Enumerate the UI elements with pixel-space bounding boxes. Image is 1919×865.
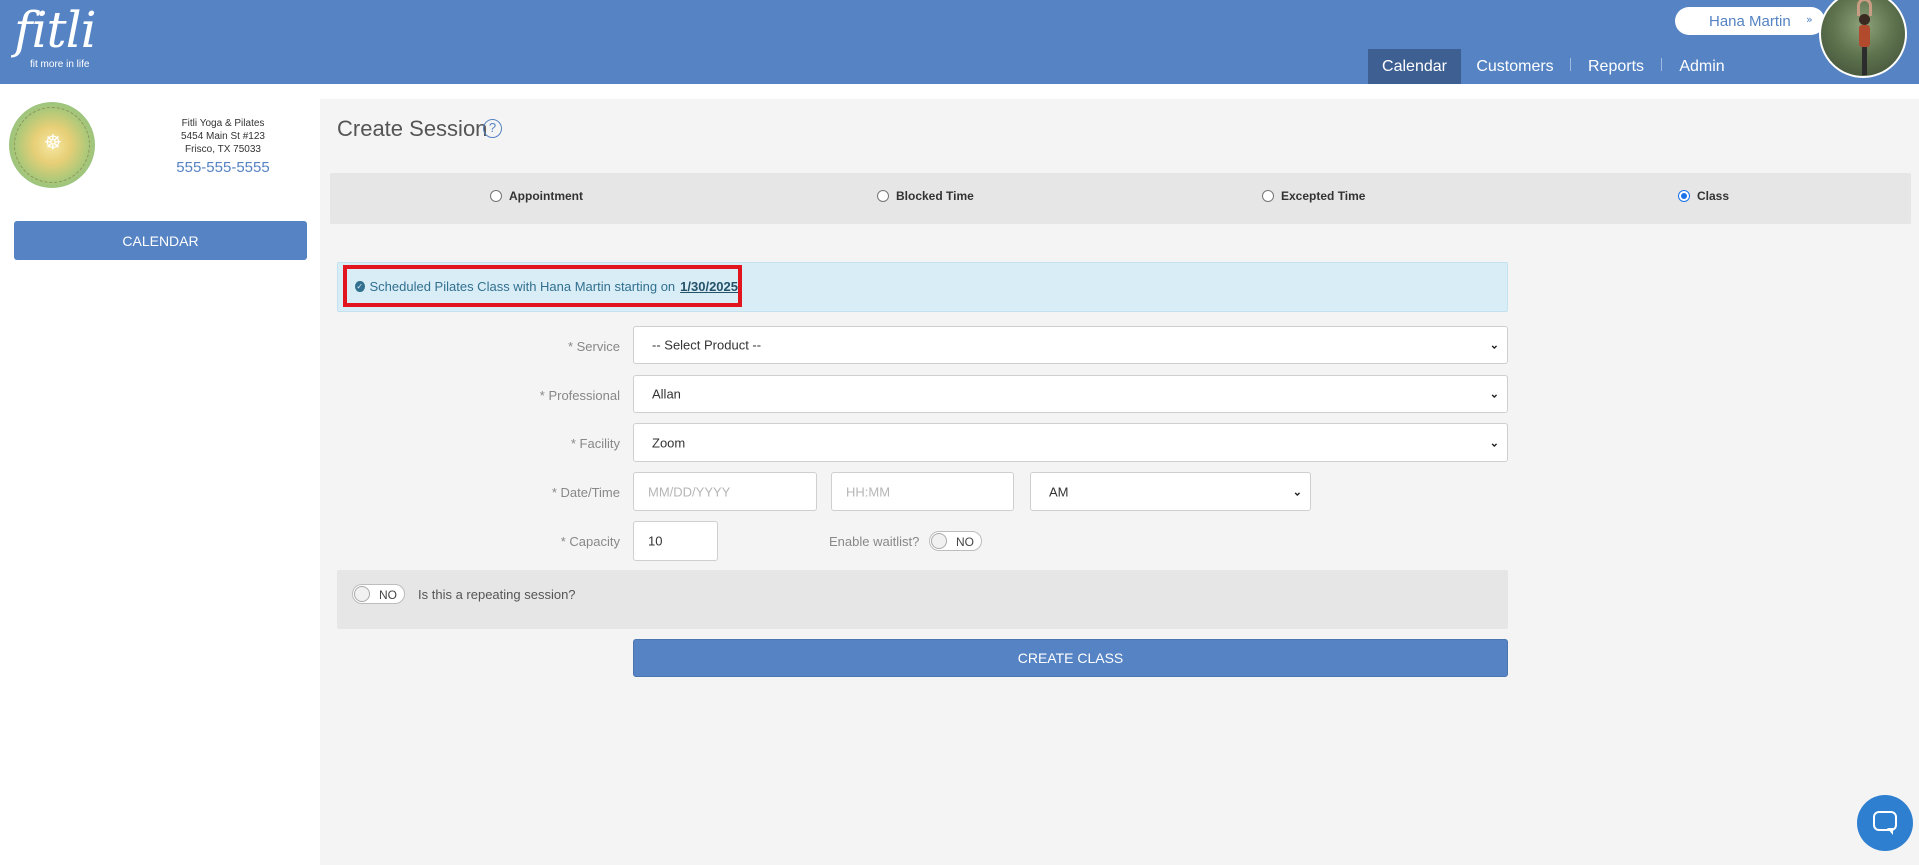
facility-select[interactable]: Zoom ⌄	[633, 423, 1508, 462]
facility-value: Zoom	[652, 435, 686, 450]
time-input[interactable]: HH:MM	[831, 472, 1014, 511]
radio-blocked-time[interactable]: Blocked Time	[877, 189, 974, 203]
professional-select[interactable]: Allan ⌄	[633, 375, 1508, 413]
radio-class[interactable]: Class	[1678, 189, 1729, 203]
radio-label: Blocked Time	[896, 189, 974, 203]
chevron-down-icon: »	[1806, 13, 1813, 26]
top-bar: fitli fit more in life Hana Martin » Cal…	[0, 0, 1919, 84]
alert-date-link[interactable]: 1/30/2025	[680, 279, 738, 294]
ampm-value: AM	[1049, 484, 1069, 499]
create-class-button[interactable]: CREATE CLASS	[633, 639, 1508, 677]
radio-appointment[interactable]: Appointment	[490, 189, 583, 203]
radio-label: Excepted Time	[1281, 189, 1366, 203]
nav-admin[interactable]: Admin	[1672, 49, 1732, 84]
date-placeholder: MM/DD/YYYY	[648, 484, 731, 499]
business-address-line1: 5454 Main St #123	[181, 131, 265, 142]
radio-circle[interactable]	[490, 190, 502, 202]
repeating-label: Is this a repeating session?	[418, 587, 576, 602]
chevron-down-icon: ⌄	[1292, 486, 1302, 498]
alert-highlight-box: ✓ Scheduled Pilates Class with Hana Mart…	[343, 265, 742, 307]
user-menu-button[interactable]: Hana Martin »	[1675, 7, 1825, 35]
waitlist-label: Enable waitlist?	[829, 534, 920, 549]
service-label: * Service	[567, 339, 620, 354]
chat-icon	[1873, 811, 1897, 831]
repeating-toggle[interactable]: NO	[352, 584, 405, 604]
chevron-down-icon: ⌄	[1489, 339, 1499, 352]
chevron-down-icon: ⌄	[1489, 437, 1499, 449]
calendar-button[interactable]: CALENDAR	[14, 221, 307, 260]
radio-excepted-time[interactable]: Excepted Time	[1262, 189, 1365, 203]
time-placeholder: HH:MM	[846, 484, 891, 499]
alert-message: Scheduled Pilates Class with Hana Martin…	[369, 278, 676, 294]
professional-value: Allan	[652, 386, 681, 402]
capacity-label: * Capacity	[560, 534, 620, 549]
avatar-figure-body	[1859, 25, 1870, 47]
toggle-state: NO	[956, 535, 974, 549]
avatar[interactable]	[1819, 0, 1907, 78]
nav-reports[interactable]: Reports	[1580, 49, 1652, 84]
radio-circle[interactable]	[1262, 190, 1274, 202]
capacity-input[interactable]: 10	[633, 521, 718, 561]
chat-button[interactable]	[1857, 795, 1913, 851]
check-circle-icon: ✓	[355, 280, 365, 292]
chat-icon-tail	[1887, 828, 1893, 835]
radio-circle[interactable]	[877, 190, 889, 202]
avatar-figure-head	[1859, 14, 1870, 25]
nav-divider	[1570, 58, 1571, 71]
waitlist-toggle[interactable]: NO	[929, 531, 982, 551]
logo-wordmark: fitli	[14, 1, 97, 59]
date-input[interactable]: MM/DD/YYYY	[633, 472, 817, 511]
professional-label: * Professional	[539, 388, 620, 403]
user-name: Hana Martin	[1709, 13, 1791, 30]
radio-label: Appointment	[509, 189, 583, 203]
avatar-figure-leg	[1862, 47, 1867, 75]
help-icon[interactable]: ?	[483, 119, 502, 138]
facility-label: * Facility	[570, 436, 620, 451]
radio-circle[interactable]	[1678, 190, 1690, 202]
radio-label: Class	[1697, 189, 1730, 203]
business-info: Fitli Yoga & Pilates 5454 Main St #123 F…	[140, 117, 306, 178]
business-name: Fitli Yoga & Pilates	[181, 118, 265, 129]
toggle-knob	[931, 533, 947, 549]
ampm-select[interactable]: AM ⌄	[1030, 472, 1311, 511]
business-address-line2: Frisco, TX 75033	[185, 144, 261, 155]
logo-tagline: fit more in life	[30, 59, 90, 70]
meditation-icon: ☸	[44, 130, 62, 154]
nav-customers[interactable]: Customers	[1468, 49, 1562, 84]
service-value: -- Select Product --	[652, 337, 762, 353]
business-logo: ☸	[9, 102, 95, 188]
nav-divider	[1661, 58, 1662, 71]
page-title: Create Session	[337, 116, 488, 141]
chevron-down-icon: ⌄	[1489, 388, 1499, 401]
datetime-label: * Date/Time	[551, 485, 620, 500]
capacity-value: 10	[648, 533, 663, 549]
toggle-knob	[354, 586, 370, 602]
fitli-logo[interactable]: fitli fit more in life	[14, 1, 97, 70]
nav-calendar[interactable]: Calendar	[1368, 49, 1461, 84]
business-phone[interactable]: 555-555-5555	[140, 158, 306, 178]
toggle-state: NO	[379, 588, 397, 602]
service-select[interactable]: -- Select Product -- ⌄	[633, 326, 1508, 364]
